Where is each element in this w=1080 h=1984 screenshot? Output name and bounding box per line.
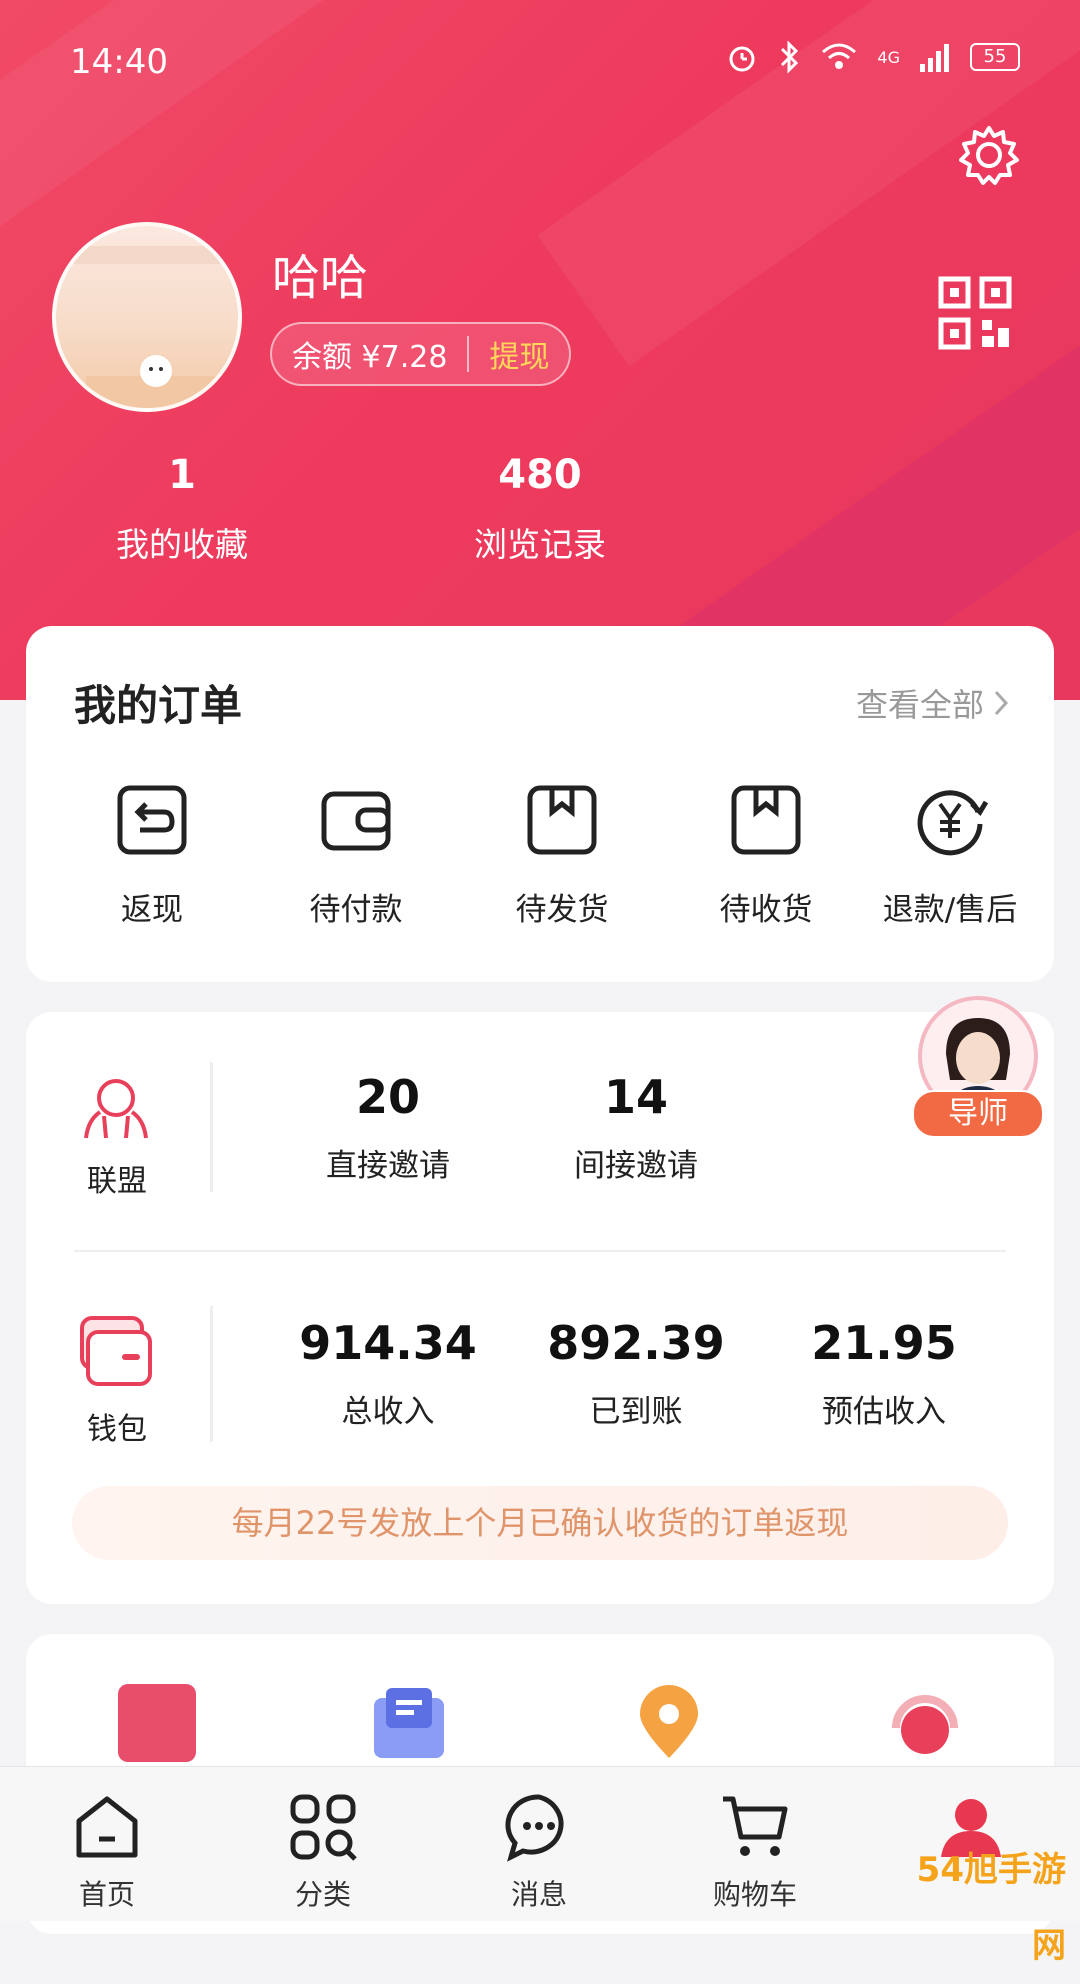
avatar[interactable] <box>52 222 242 412</box>
orders-title: 我的订单 <box>74 681 243 730</box>
order-item-label: 待收货 <box>719 892 813 928</box>
wallet-icon <box>80 1316 152 1386</box>
cashback-icon <box>117 785 187 855</box>
orders-card: 我的订单 查看全部 返现 待付款 待发货 待收货 退款/售后 <box>26 626 1054 982</box>
order-pending-shipment[interactable]: 待发货 <box>462 782 662 929</box>
divider <box>74 1250 1006 1252</box>
status-time: 14:40 <box>70 42 168 82</box>
order-item-label: 待付款 <box>309 892 403 928</box>
metric-label: 直接邀请 <box>326 1148 450 1184</box>
view-all-label: 查看全部 <box>855 686 984 724</box>
tab-messages[interactable]: 消息 <box>464 1791 614 1913</box>
metric-received[interactable]: 892.39 已到账 <box>516 1316 756 1431</box>
metric-label: 已到账 <box>589 1394 683 1430</box>
settings-icon[interactable] <box>954 120 1024 190</box>
metric-value: 14 <box>603 1070 668 1124</box>
metric-direct-invites[interactable]: 20 直接邀请 <box>268 1070 508 1185</box>
bluetooth-icon <box>781 40 799 74</box>
watermark-logo: 54旭手游网 <box>916 1850 1066 1966</box>
username: 哈哈 <box>272 250 369 306</box>
metric-value: 21.95 <box>811 1316 957 1370</box>
tab-home[interactable]: 首页 <box>32 1791 182 1913</box>
tab-cart[interactable]: 购物车 <box>680 1791 830 1913</box>
alarm-icon <box>729 46 755 72</box>
stat-label: 浏览记录 <box>474 525 606 564</box>
stat-value: 1 <box>168 452 196 498</box>
order-pending-payment[interactable]: 待付款 <box>256 782 456 929</box>
order-item-label: 返现 <box>121 892 183 928</box>
service-notebook-icon[interactable] <box>118 1684 196 1762</box>
qr-code-icon[interactable] <box>938 276 1012 350</box>
box-icon <box>731 785 801 855</box>
order-refund[interactable]: 退款/售后 <box>850 782 1050 929</box>
service-mail-icon[interactable] <box>370 1684 448 1762</box>
home-icon <box>76 1796 138 1858</box>
tab-label: 购物车 <box>712 1878 797 1911</box>
pill-divider <box>467 336 470 372</box>
cart-icon <box>723 1796 788 1856</box>
service-support-icon[interactable] <box>886 1684 964 1762</box>
metric-value: 914.34 <box>299 1316 477 1370</box>
earnings-card: 联盟 20 直接邀请 14 间接邀请 钱包 914.34 总收入 892.39 … <box>26 1012 1054 1604</box>
wallet-label: 钱包 <box>87 1412 147 1447</box>
tab-label: 消息 <box>510 1878 567 1911</box>
wifi-icon <box>822 43 857 69</box>
withdraw-button[interactable]: 提现 <box>489 332 549 376</box>
profile-header: 14:40 4G 55 哈哈 余额 ¥7.28 提现 1 我的收藏 480 浏览… <box>0 0 1080 700</box>
divider <box>210 1062 213 1192</box>
mentor-label: 导师 <box>912 1090 1044 1138</box>
balance-amount: 余额 ¥7.28 <box>292 340 448 375</box>
league-label: 联盟 <box>87 1164 147 1199</box>
tab-label: 分类 <box>294 1878 351 1911</box>
status-bar: 14:40 4G 55 <box>0 0 1080 120</box>
league-icon <box>84 1079 148 1139</box>
order-cashback[interactable]: 返现 <box>52 782 252 929</box>
wallet-icon <box>321 791 391 851</box>
message-icon <box>505 1794 564 1862</box>
tab-category[interactable]: 分类 <box>248 1791 398 1913</box>
order-item-label: 待发货 <box>515 892 609 928</box>
divider <box>210 1306 213 1442</box>
category-icon <box>290 1794 357 1861</box>
metric-label: 总收入 <box>341 1394 435 1430</box>
metric-value: 20 <box>355 1070 420 1124</box>
tab-label: 首页 <box>78 1878 135 1911</box>
signal-icon <box>920 44 949 72</box>
network-label: 4G <box>877 47 900 67</box>
order-pending-receipt[interactable]: 待收货 <box>666 782 866 929</box>
order-item-label: 退款/售后 <box>882 892 1018 928</box>
metric-label: 预估收入 <box>822 1394 946 1430</box>
stat-history[interactable]: 480 浏览记录 <box>430 452 650 566</box>
service-location-icon[interactable] <box>630 1684 708 1762</box>
stat-label: 我的收藏 <box>116 525 248 564</box>
metric-estimated[interactable]: 21.95 预估收入 <box>764 1316 1004 1431</box>
refund-icon <box>917 790 989 856</box>
metric-total-income[interactable]: 914.34 总收入 <box>268 1316 508 1431</box>
view-all-orders-link[interactable]: 查看全部 <box>856 680 1010 726</box>
stat-value: 480 <box>498 452 582 498</box>
balance-pill[interactable]: 余额 ¥7.28 提现 <box>270 322 572 386</box>
stat-favorites[interactable]: 1 我的收藏 <box>72 452 292 566</box>
mentor-button[interactable]: 导师 <box>910 994 1046 1144</box>
cashback-notice: 每月22号发放上个月已确认收货的订单返现 <box>72 1486 1008 1560</box>
chevron-right-icon <box>994 690 1009 716</box>
metric-indirect-invites[interactable]: 14 间接邀请 <box>516 1070 756 1185</box>
metric-label: 间接邀请 <box>574 1148 698 1184</box>
box-icon <box>527 785 597 855</box>
battery-icon: 55 <box>970 43 1020 71</box>
metric-value: 892.39 <box>547 1316 725 1370</box>
